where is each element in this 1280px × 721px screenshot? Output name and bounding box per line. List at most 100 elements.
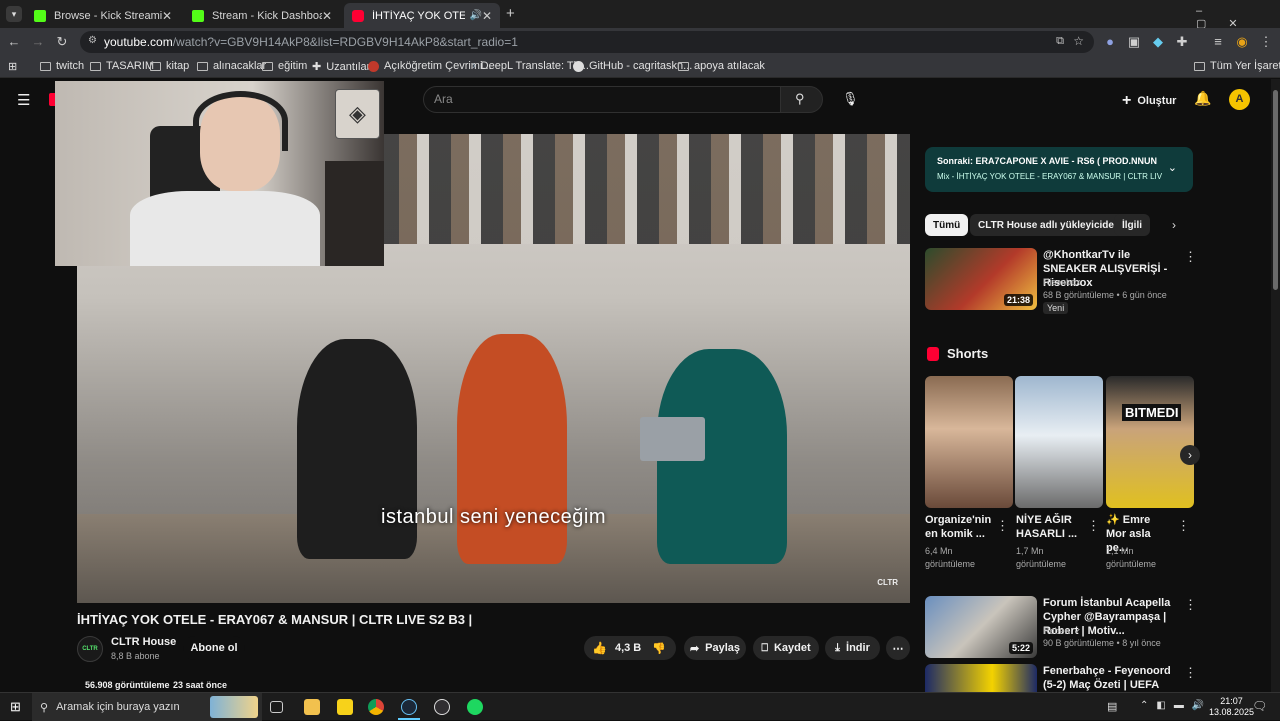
notification-center-icon[interactable]: 🗨 (1252, 699, 1267, 713)
chrome-icon[interactable] (368, 699, 384, 715)
kebab-menu-icon[interactable]: ⋮ (1087, 519, 1100, 532)
recommendation-thumbnail[interactable] (925, 664, 1037, 692)
bookmark-apoya[interactable]: apoya atılacak (678, 60, 765, 72)
windows-start-icon[interactable]: ⊞ (10, 699, 21, 715)
share-label: Paylaş (705, 642, 741, 654)
webcam-overlay: ◈ (55, 81, 384, 266)
bookmark-alinacaklar[interactable]: alınacaklar (197, 60, 266, 72)
taskbar-search[interactable]: ⚲ Aramak için buraya yazın (32, 693, 262, 721)
short-views-label: görüntüleme (925, 559, 976, 569)
playlist-panel[interactable]: Sonraki: ERA7CAPONE X AVIE - RS6 ( PROD.… (925, 147, 1193, 192)
install-icon[interactable]: ⧉ (1056, 35, 1064, 48)
short-thumbnail[interactable] (925, 376, 1013, 508)
tab-kick-browse[interactable]: Browse - Kick Streaming ✕ (26, 3, 180, 28)
extension-discord-icon[interactable]: ● (1102, 34, 1118, 50)
back-icon[interactable]: ← (6, 34, 22, 50)
kebab-menu-icon[interactable]: ⋮ (1184, 598, 1197, 611)
channel-name[interactable]: CLTR House (111, 636, 176, 648)
short-thumbnail[interactable]: BITMEDI (1106, 376, 1194, 508)
chip-related[interactable]: İlgili (1114, 214, 1150, 236)
forward-icon[interactable]: → (30, 34, 46, 50)
kebab-menu-icon[interactable]: ⋮ (1177, 519, 1190, 532)
tab-search-icon[interactable]: ▾ (6, 6, 22, 22)
scrollbar-thumb[interactable] (1273, 90, 1278, 290)
short-title[interactable]: Organize'nin en komik ... (925, 513, 991, 541)
spotify-icon[interactable] (467, 699, 483, 715)
close-icon[interactable]: ✕ (482, 9, 492, 23)
menu-kebab-icon[interactable]: ⋮ (1258, 34, 1274, 50)
chip-all[interactable]: Tümü (925, 214, 969, 236)
bookmark-kitap[interactable]: kitap (150, 60, 189, 72)
shorts-next-button[interactable]: › (1180, 445, 1200, 465)
chips-next-chevron-icon[interactable]: › (1172, 218, 1176, 232)
file-explorer-icon[interactable] (304, 699, 320, 715)
reading-list-icon[interactable]: ≡ (1210, 34, 1226, 50)
create-button[interactable]: + Oluştur (1122, 92, 1176, 110)
chip-label: İlgili (1122, 219, 1142, 231)
recommendation-thumbnail[interactable]: 21:38 (925, 248, 1037, 310)
channel-avatar[interactable]: CLTR (77, 636, 103, 662)
download-button[interactable]: ⤓ İndir (825, 636, 880, 660)
bookmark-twitch[interactable]: twitch (40, 60, 84, 72)
recommendation-title[interactable]: Fenerbahçe - Feyenoord (5-2) Maç Özeti |… (1043, 664, 1178, 692)
new-tab-button[interactable]: + (506, 5, 515, 22)
thumbs-down-icon[interactable]: 👎 (652, 642, 666, 655)
kebab-menu-icon[interactable]: ⋮ (1184, 666, 1197, 679)
subscribe-button[interactable]: Abone ol (183, 636, 245, 660)
tab-youtube[interactable]: İHTİYAÇ YOK OTELE - ERAY 🔊 ✕ (344, 3, 500, 28)
task-view-icon[interactable] (270, 701, 283, 713)
chevron-down-icon[interactable]: ⌄ (1168, 161, 1177, 174)
chip-from-uploader[interactable]: CLTR House adlı yükleyiciden (970, 214, 1129, 236)
apps-grid-icon[interactable]: ⊞ (8, 60, 17, 73)
bookmark-deepl[interactable]: › DeepL Translate: Th... (472, 60, 589, 72)
github-icon (573, 60, 584, 72)
extension-ghost-icon[interactable]: ◆ (1150, 34, 1166, 50)
profile-avatar-icon[interactable]: ◉ (1234, 34, 1250, 50)
account-avatar[interactable]: A (1229, 89, 1250, 110)
tray-icons[interactable]: ⌃◧▬🔊 (1140, 700, 1212, 711)
address-bar[interactable]: ⚙ youtube.com/watch?v=GBV9H14AkP8&list=R… (80, 31, 1094, 53)
share-button[interactable]: ➦ Paylaş (684, 636, 746, 660)
video-watermark: CLTR (877, 578, 898, 587)
save-button[interactable]: ⎕ Kaydet (753, 636, 819, 660)
chip-label: CLTR House adlı yükleyiciden (978, 219, 1121, 231)
short-title[interactable]: NİYE AĞIR HASARLI ... (1016, 513, 1082, 541)
search-icon: ⚲ (795, 91, 805, 106)
kebab-menu-icon[interactable]: ⋮ (996, 519, 1009, 532)
close-icon[interactable]: ✕ (322, 9, 332, 23)
tray-widget-icon[interactable]: ▤ (1107, 700, 1117, 713)
site-info-icon[interactable]: ⚙ (88, 35, 97, 46)
reload-icon[interactable]: ↻ (54, 34, 70, 50)
window-controls[interactable]: –▢✕ (1196, 5, 1280, 30)
bookmark-star-icon[interactable]: ☆ (1073, 34, 1084, 48)
download-icon: ⤓ (835, 641, 841, 654)
close-icon[interactable]: ✕ (162, 9, 172, 23)
bookmark-github[interactable]: GitHub - cagritaskn... (573, 60, 692, 72)
short-thumbnail[interactable] (1015, 376, 1103, 508)
bookmark-label: kitap (166, 60, 190, 72)
playlist-next: Sonraki: ERA7CAPONE X AVIE - RS6 ( PROD.… (937, 156, 1157, 166)
more-actions-button[interactable]: ⋯ (886, 636, 910, 660)
tab-kick-dashboard[interactable]: Stream - Kick Dashboard ✕ (184, 3, 340, 28)
search-input[interactable]: Ara (423, 86, 781, 113)
speaker-icon[interactable]: 🔊 (469, 10, 481, 21)
obs-icon[interactable] (434, 699, 450, 715)
like-button[interactable]: 👍 4,3 B 👎 (584, 636, 676, 660)
hamburger-menu-icon[interactable]: ☰ (17, 91, 30, 109)
search-button[interactable]: ⚲ (780, 86, 823, 113)
extension-box-icon[interactable]: ▣ (1126, 34, 1142, 50)
microphone-icon[interactable]: 🎙 (842, 91, 859, 107)
system-clock[interactable]: 21:07 13.08.2025 (1209, 696, 1254, 718)
notifications-bell-icon[interactable]: 🔔 (1194, 90, 1211, 107)
sticky-notes-icon[interactable] (337, 699, 353, 715)
bookmark-uzantilar[interactable]: ✚ Uzantılar (312, 60, 370, 74)
recommendation-thumbnail[interactable]: 5:22 (925, 596, 1037, 658)
bookmark-egitim[interactable]: eğitim (262, 60, 307, 72)
bookmark-tasarim[interactable]: TASARIM (90, 60, 154, 72)
steam-icon[interactable] (401, 699, 417, 715)
tab-strip: ▾ Browse - Kick Streaming ✕ Stream - Kic… (0, 0, 1280, 30)
extensions-puzzle-icon[interactable]: ✚ (1174, 34, 1190, 50)
kebab-menu-icon[interactable]: ⋮ (1184, 250, 1197, 263)
all-bookmarks[interactable]: Tüm Yer İşaretleri (1194, 60, 1280, 72)
tab-label: Browse - Kick Streaming (54, 9, 162, 22)
